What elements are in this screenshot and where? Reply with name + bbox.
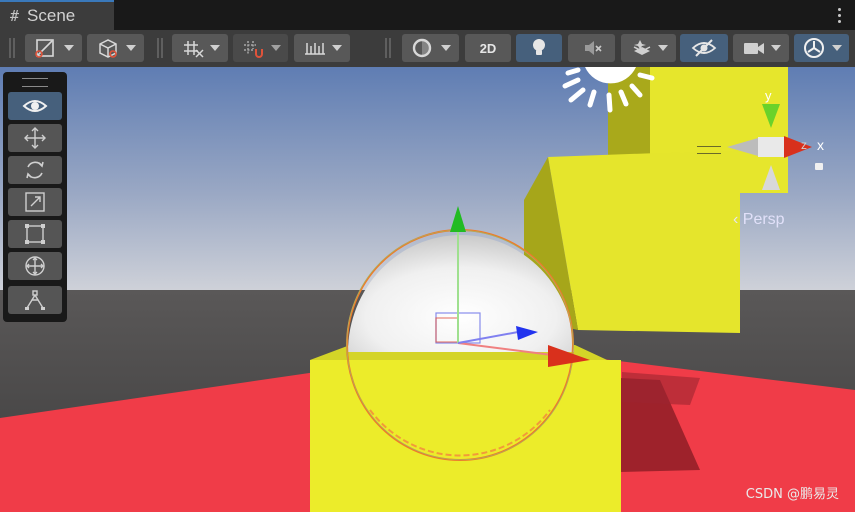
ruler-icon	[305, 43, 325, 55]
axis-z-label[interactable]: z	[801, 138, 807, 152]
grid-dropdown[interactable]	[172, 34, 228, 62]
chevron-down-icon	[125, 45, 136, 51]
lock-icon[interactable]	[815, 163, 823, 170]
increment-snap-dropdown[interactable]	[233, 34, 288, 62]
toolbar-grip[interactable]	[157, 38, 163, 58]
audio-muted-icon	[584, 41, 602, 55]
chevron-down-icon	[771, 45, 781, 51]
tool-scale[interactable]	[8, 188, 62, 216]
axis-y-label[interactable]: y	[765, 88, 772, 103]
mode-2d-label: 2D	[479, 40, 497, 56]
eye-icon	[22, 100, 48, 112]
front-yellow-cube	[310, 360, 621, 512]
chevron-down-icon	[657, 45, 668, 51]
gizmos-globe-icon	[803, 38, 824, 58]
tool-custom[interactable]	[8, 286, 62, 314]
effects-layers-icon	[633, 40, 650, 55]
panel-drag-handle[interactable]	[22, 78, 48, 87]
tab-bar: # Scene	[0, 0, 855, 30]
tool-move[interactable]	[8, 124, 62, 152]
lighting-toggle[interactable]	[516, 34, 562, 62]
draw-mode-dropdown[interactable]	[25, 34, 82, 62]
shading-sphere-icon	[412, 38, 431, 58]
chevron-down-icon	[332, 45, 342, 51]
tool-rotate[interactable]	[8, 156, 62, 184]
tool-transform[interactable]	[8, 252, 62, 280]
mode-2d-toggle[interactable]: 2D	[465, 34, 511, 62]
ruler-dropdown[interactable]	[294, 34, 350, 62]
tool-rect[interactable]	[8, 220, 62, 248]
watermark-text: CSDN @鹏易灵	[745, 487, 839, 502]
chevron-down-icon	[63, 45, 74, 51]
tool-view[interactable]	[8, 92, 62, 120]
custom-editor-tool-icon	[25, 290, 45, 310]
chevron-down-icon	[270, 45, 281, 51]
move-arrows-icon	[24, 127, 46, 149]
tools-overlay	[3, 72, 67, 322]
tab-scene-label: Scene	[27, 6, 76, 25]
scene-view-dropdown[interactable]	[87, 34, 144, 62]
tab-scene[interactable]: # Scene	[0, 0, 114, 30]
toolbar-grip[interactable]	[385, 38, 391, 58]
scene-toolbar: 2D	[0, 30, 855, 68]
chevron-down-icon	[831, 45, 842, 51]
draw-mode-icon	[34, 39, 54, 58]
rotate-icon	[26, 161, 44, 179]
scene-visibility-toggle[interactable]	[680, 34, 728, 62]
axis-x-label[interactable]: x	[817, 137, 824, 153]
mid-yellow-block	[548, 150, 740, 333]
projection-toggle[interactable]: ‹ Persp	[733, 211, 785, 229]
gizmo-drag-handle[interactable]	[697, 146, 721, 154]
audio-toggle[interactable]	[568, 34, 615, 62]
lightbulb-icon	[533, 39, 545, 55]
scene-visibility-off-icon	[691, 39, 717, 57]
scene-render	[0, 67, 855, 512]
increment-snap-icon	[243, 41, 263, 58]
grid-hash-icon: #	[10, 7, 20, 25]
camera-icon	[744, 43, 764, 54]
effects-dropdown[interactable]	[621, 34, 676, 62]
grid-snap-icon	[184, 41, 204, 58]
chevron-down-icon	[440, 45, 451, 51]
chevron-down-icon	[210, 45, 220, 51]
toolbar-grip[interactable]	[9, 38, 15, 58]
gizmos-dropdown[interactable]	[794, 34, 849, 62]
vertical-ellipsis-icon[interactable]	[838, 6, 841, 24]
scene-viewport[interactable]	[0, 67, 855, 512]
scale-icon	[25, 192, 45, 212]
rect-transform-icon	[25, 224, 45, 244]
camera-dropdown[interactable]	[733, 34, 789, 62]
scene-view-cube-icon	[98, 39, 117, 58]
shading-mode-dropdown[interactable]	[402, 34, 459, 62]
transform-icon	[25, 256, 45, 276]
